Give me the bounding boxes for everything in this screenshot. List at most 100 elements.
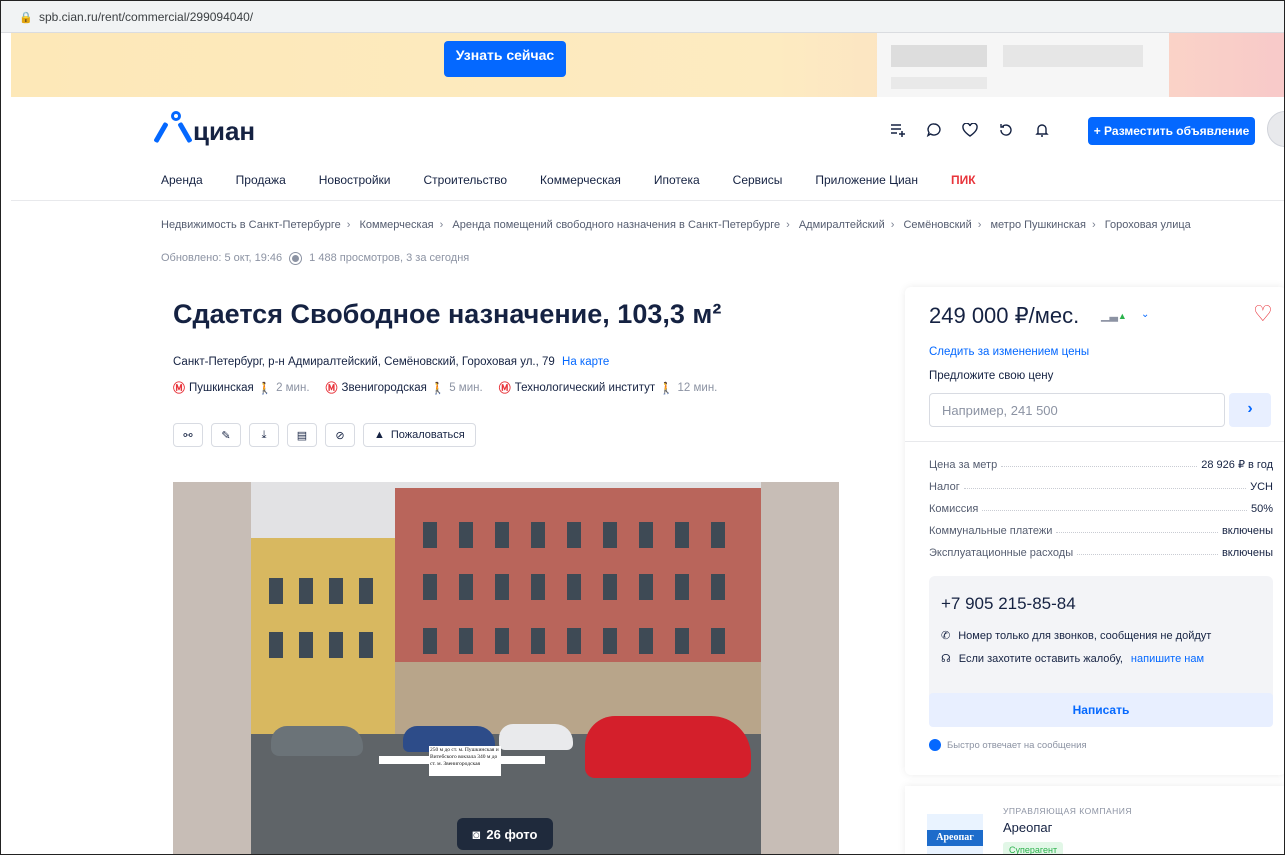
eye-icon <box>290 252 302 264</box>
banner-cta-button[interactable]: Узнать сейчас <box>444 41 566 77</box>
listing-toolbar: ⚯ ✎ ⤓ ▤ ⊘ ▲ Пожаловаться <box>173 423 476 447</box>
photo-car <box>585 716 751 778</box>
breadcrumb-item[interactable]: Коммерческая <box>360 219 434 231</box>
agency-logo[interactable]: Ареопаг <box>927 808 983 854</box>
nav-item-sale[interactable]: Продажа <box>236 173 286 187</box>
cian-logo-icon <box>153 111 193 145</box>
metro-walk-time: 2 мин. <box>276 381 310 394</box>
photo-gallery[interactable]: 250 м до ст. м. Пушкинская и Витебского … <box>173 482 839 854</box>
breadcrumb: Недвижимость в Санкт-Петербурге › Коммерч… <box>161 219 1191 231</box>
fact-label: Комиссия <box>929 503 979 515</box>
metro-station[interactable]: Ⓜ Звенигородская 🚶 5 мин. <box>326 379 483 396</box>
phone-number[interactable]: +7 905 215-85-84 <box>941 594 1076 614</box>
photo-count-label: 26 фото <box>486 826 538 842</box>
complain-button[interactable]: ▲ Пожаловаться <box>363 423 476 447</box>
share-button[interactable]: ⚯ <box>173 423 203 447</box>
agency-name[interactable]: Ареопаг <box>1003 820 1052 835</box>
photo-car <box>499 724 573 750</box>
lock-icon: 🔒 <box>19 12 33 24</box>
offer-submit-button[interactable]: › <box>1229 393 1271 427</box>
nav-item-pik[interactable]: ПИК <box>951 173 976 187</box>
nav-item-rent[interactable]: Аренда <box>161 173 203 187</box>
share-icon: ⚯ <box>183 429 193 442</box>
nav-item-commercial[interactable]: Коммерческая <box>540 173 621 187</box>
avatar[interactable] <box>1267 111 1284 147</box>
ad-image[interactable] <box>877 33 1169 97</box>
complaint-text: Если захотите оставить жалобу, <box>958 652 1123 665</box>
favorite-heart-icon[interactable]: ♡ <box>1253 301 1273 327</box>
compare-icon[interactable] <box>887 119 909 141</box>
breadcrumb-item[interactable]: Адмиралтейский <box>799 219 885 231</box>
metro-name: Звенигородская <box>341 381 427 394</box>
photo-count-button[interactable]: ◙ 26 фото <box>457 818 553 850</box>
print-button[interactable]: ▤ <box>287 423 317 447</box>
address-bar[interactable]: 🔒 spb.cian.ru/rent/commercial/299094040/ <box>1 1 1284 33</box>
site-header: циан + Разместить объявление Аренда Прод… <box>11 97 1284 201</box>
nav-item-new-buildings[interactable]: Новостройки <box>319 173 391 187</box>
breadcrumb-item[interactable]: метро Пушкинская <box>990 219 1086 231</box>
breadcrumb-item[interactable]: Семёновский <box>903 219 971 231</box>
header-icons <box>887 119 1053 141</box>
clock-icon <box>929 739 941 751</box>
nav-item-mortgage[interactable]: Ипотека <box>654 173 700 187</box>
url-text[interactable]: spb.cian.ru/rent/commercial/299094040/ <box>39 10 253 24</box>
chevron-down-icon[interactable]: ⌄ <box>1141 309 1149 320</box>
fact-value: 28 926 ₽ в год <box>1201 459 1273 471</box>
metro-walk-time: 5 мин. <box>449 381 483 394</box>
fast-reply-text: Быстро отвечает на сообщения <box>947 739 1087 751</box>
warning-icon: ▲ <box>374 429 385 441</box>
phone-icon: ✆ <box>941 630 951 642</box>
listing-meta: Обновлено: 5 окт, 19:46 1 488 просмотров… <box>161 252 469 264</box>
page-title: Сдается Свободное назначение, 103,3 м² <box>173 299 722 329</box>
fact-label: Эксплуатационные расходы <box>929 547 1074 559</box>
download-button[interactable]: ⤓ <box>249 423 279 447</box>
breadcrumb-item[interactable]: Гороховая улица <box>1105 219 1191 231</box>
headset-icon: ☊ <box>941 653 951 665</box>
offer-price-input[interactable]: Например, 241 500 <box>929 393 1225 427</box>
fact-row: Эксплуатационные расходы включены <box>929 537 1273 559</box>
download-icon: ⤓ <box>261 428 267 441</box>
watch-price-link[interactable]: Следить за изменением цены <box>929 346 1089 358</box>
price-value: 249 000 ₽/мес. <box>929 303 1080 328</box>
cian-logo[interactable]: циан <box>153 109 256 146</box>
edit-button[interactable]: ✎ <box>211 423 241 447</box>
offer-label: Предложите свою цену <box>929 370 1054 382</box>
post-listing-button[interactable]: + Разместить объявление <box>1088 117 1255 145</box>
fact-value: включены <box>1221 547 1273 559</box>
write-message-button[interactable]: Написать <box>929 693 1273 727</box>
metro-station[interactable]: Ⓜ Технологический институт 🚶 12 мин. <box>499 379 718 396</box>
fact-label: Налог <box>929 481 960 493</box>
walk-icon: 🚶 <box>659 382 674 395</box>
print-icon: ▤ <box>296 429 308 442</box>
metro-list: Ⓜ Пушкинская 🚶 2 мин. Ⓜ Звенигородская 🚶… <box>173 379 717 396</box>
pencil-icon: ✎ <box>221 429 231 442</box>
notifications-icon[interactable] <box>1031 119 1053 141</box>
breadcrumb-item[interactable]: Недвижимость в Санкт-Петербурге <box>161 219 341 231</box>
breadcrumb-item[interactable]: Аренда помещений свободного назначения в… <box>452 219 780 231</box>
chat-icon[interactable] <box>923 119 945 141</box>
map-link[interactable]: На карте <box>562 356 609 368</box>
listing-address: Санкт-Петербург, р-н Адмиралтейский, Сем… <box>173 356 609 368</box>
hide-button[interactable]: ⊘ <box>325 423 355 447</box>
complain-label: Пожаловаться <box>390 429 465 441</box>
favorite-icon[interactable] <box>959 119 981 141</box>
agency-card[interactable]: Ареопаг УПРАВЛЯЮЩАЯ КОМПАНИЯ Ареопаг Суп… <box>905 786 1284 854</box>
fact-label: Коммунальные платежи <box>929 525 1053 537</box>
address-text[interactable]: Санкт-Петербург, р-н Адмиралтейский, Сем… <box>173 356 555 368</box>
nav-item-services[interactable]: Сервисы <box>733 173 783 187</box>
metro-icon: Ⓜ <box>173 381 186 395</box>
phone-note-text: Номер только для звонков, сообщения не д… <box>958 629 1212 642</box>
nav-item-app[interactable]: Приложение Циан <box>815 173 918 187</box>
price-history-icon[interactable]: ▁▃▲ <box>1101 309 1127 322</box>
camera-icon: ◙ <box>472 826 481 842</box>
history-icon[interactable] <box>995 119 1017 141</box>
complaint-link[interactable]: напишите нам <box>1131 653 1204 665</box>
metro-icon: Ⓜ <box>498 381 511 395</box>
metro-walk-time: 12 мин. <box>677 381 718 394</box>
metro-icon: Ⓜ <box>325 381 338 395</box>
logo-text: циан <box>193 116 256 146</box>
walk-icon: 🚶 <box>257 382 273 395</box>
nav-item-construction[interactable]: Строительство <box>424 173 508 187</box>
metro-station[interactable]: Ⓜ Пушкинская 🚶 2 мин. <box>173 379 310 396</box>
gallery-side-right <box>761 482 839 854</box>
